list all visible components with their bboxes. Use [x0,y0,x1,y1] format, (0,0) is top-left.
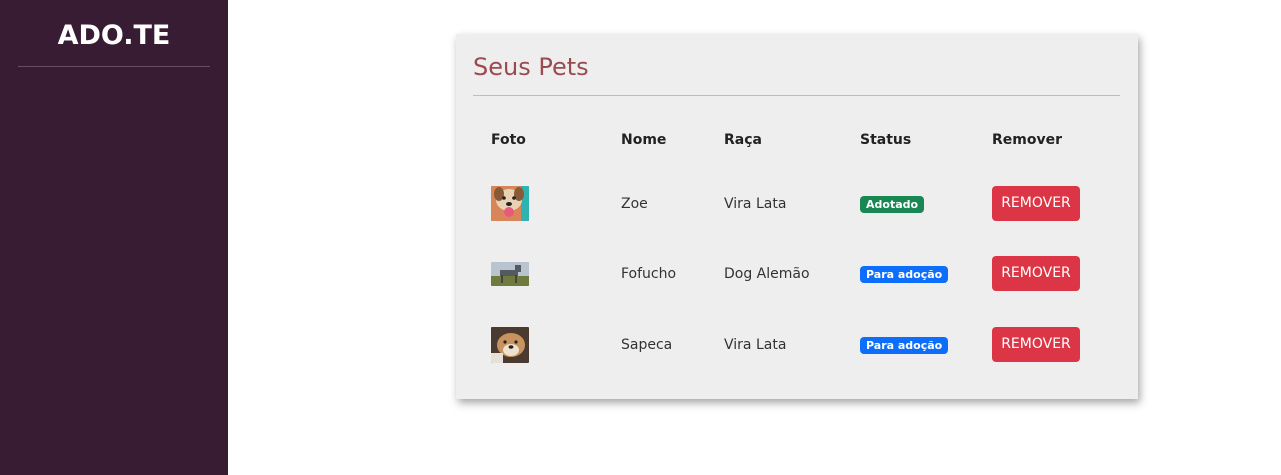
dog-photo-icon [491,186,529,221]
pet-breed: Vira Lata [724,337,787,353]
pet-photo-zoe [491,186,529,221]
status-badge: Para adoção [860,337,949,354]
header-nome: Nome [621,132,667,148]
pet-name: Fofucho [621,266,677,282]
pet-photo-sapeca [491,327,529,363]
pet-breed: Dog Alemão [724,266,810,282]
dog-photo-icon [491,327,529,363]
remove-button[interactable]: REMOVER [992,327,1080,362]
dog-photo-icon [491,262,529,286]
header-raca: Raça [724,132,762,148]
remove-button[interactable]: REMOVER [992,256,1080,291]
title-divider [473,95,1120,96]
header-status: Status [860,132,912,148]
pet-photo-fofucho [491,262,529,286]
status-badge: Para adoção [860,266,949,283]
remove-button[interactable]: REMOVER [992,186,1080,221]
brand-logo[interactable]: ADO.TE [0,20,228,51]
sidebar-divider [18,66,210,67]
pets-card: Seus Pets Foto Nome Raça Status Remover … [456,34,1138,399]
page-title: Seus Pets [473,53,589,81]
status-badge: Adotado [860,196,925,213]
pet-breed: Vira Lata [724,196,787,212]
pet-name: Zoe [621,196,648,212]
header-foto: Foto [491,132,526,148]
header-remover: Remover [992,132,1063,148]
sidebar: ADO.TE [0,0,228,475]
pet-name: Sapeca [621,337,673,353]
